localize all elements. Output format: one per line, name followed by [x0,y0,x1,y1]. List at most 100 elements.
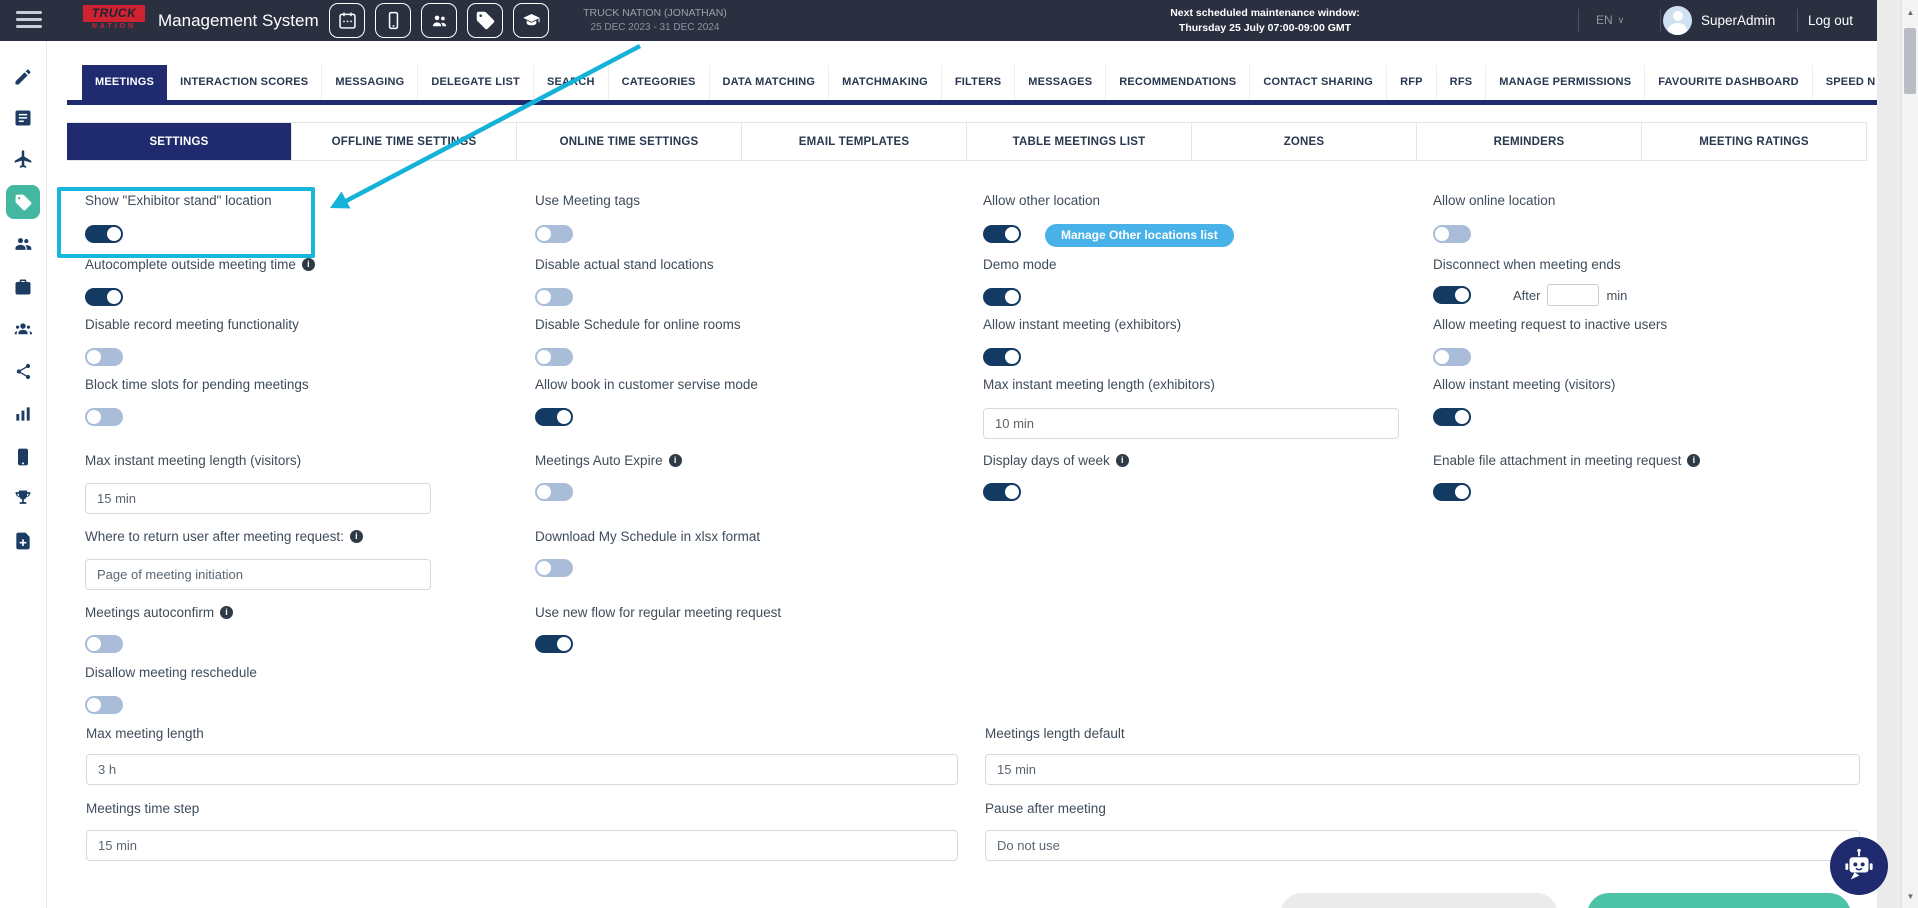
setting-label-request-inactive: Allow meeting request to inactive users [1433,317,1667,332]
main-tab[interactable]: FILTERS [942,65,1015,100]
users-icon[interactable] [421,3,457,38]
setting-label-meetings-time-step: Meetings time step [86,801,199,816]
account-info: TRUCK NATION (JONATHAN) 25 DEC 2023 - 31… [560,7,750,33]
pause-after-meeting-input[interactable] [985,830,1860,861]
min-unit-label: min [1606,288,1627,303]
setting-label-block-time-slots: Block time slots for pending meetings [85,377,309,392]
main-tab[interactable]: CONTACT SHARING [1250,65,1387,100]
toggle-disable-record[interactable] [85,348,123,366]
setting-label-file-attachment: Enable file attachment in meeting reques… [1433,453,1700,468]
navbar-divider [1660,9,1661,32]
main-tab[interactable]: MATCHMAKING [829,65,942,100]
toggle-instant-exhibitors[interactable] [983,348,1021,366]
file-plus-icon[interactable] [13,531,33,551]
toggle-new-flow[interactable] [535,635,573,653]
cancel-button[interactable]: CANCEL [1280,893,1558,908]
airplane-icon[interactable] [13,149,33,169]
setting-label-return-user: Where to return user after meeting reque… [85,529,363,544]
top-navbar: TRUCK NATION Management System [0,0,1877,41]
calendar-icon[interactable] [329,3,365,38]
return-user-input[interactable] [85,559,431,590]
hamburger-menu-icon[interactable] [16,11,42,29]
sub-tab[interactable]: ONLINE TIME SETTINGS [517,123,742,160]
scrollbar-thumb[interactable] [1904,28,1916,94]
username[interactable]: SuperAdmin [1701,0,1775,41]
max-meeting-length-input[interactable] [86,754,958,785]
chatbot-button[interactable] [1830,837,1888,895]
main-tab[interactable]: CATEGORIES [609,65,710,100]
main-tab[interactable]: RFP [1387,65,1437,100]
main-tab[interactable]: MESSAGES [1015,65,1106,100]
main-tab[interactable]: MEETINGS [82,65,167,100]
chart-icon[interactable] [13,404,33,424]
news-icon[interactable] [13,108,33,128]
sub-tab[interactable]: EMAIL TEMPLATES [742,123,967,160]
toggle-disable-schedule-online[interactable] [535,348,573,366]
main-tab[interactable]: DELEGATE LIST [418,65,534,100]
toggle-allow-online-location[interactable] [1433,225,1471,243]
users-icon[interactable] [13,234,33,254]
smartphone-icon[interactable] [375,3,411,38]
sub-tab[interactable]: OFFLINE TIME SETTINGS [292,123,517,160]
vertical-scrollbar[interactable] [1901,0,1918,908]
toggle-meetings-autoconfirm[interactable] [85,635,123,653]
language-selector[interactable]: EN [1596,0,1624,42]
toggle-block-time-slots[interactable] [85,408,123,426]
toggle-file-attachment[interactable] [1433,483,1471,501]
main-tab[interactable]: RECOMMENDATIONS [1106,65,1250,100]
toggle-request-inactive[interactable] [1433,348,1471,366]
toggle-disallow-reschedule[interactable] [85,696,123,714]
toggle-auto-expire[interactable] [535,483,573,501]
meetings-length-default-input[interactable] [985,754,1860,785]
toggle-show-exhibitor-stand[interactable] [85,225,123,243]
main-tab[interactable]: FAVOURITE DASHBOARD [1645,65,1813,100]
main-tab[interactable]: RFS [1437,65,1487,100]
sub-tab[interactable]: SETTINGS [67,123,292,160]
after-minutes-input[interactable] [1547,284,1599,306]
main-tab[interactable]: SPEED N [1813,65,1877,100]
page-gutter [1877,0,1901,908]
briefcase-icon[interactable] [13,277,33,297]
team-icon[interactable] [13,318,33,338]
max-instant-visitors-input[interactable] [85,483,431,514]
toggle-download-xlsx[interactable] [535,559,573,577]
scroll-down-arrow[interactable] [1902,892,1918,901]
truck-nation-logo[interactable]: TRUCK NATION [83,5,145,30]
toggle-allow-other-location[interactable] [983,225,1021,243]
share-icon[interactable] [13,361,33,381]
toggle-use-meeting-tags[interactable] [535,225,573,243]
smartphone-icon[interactable] [13,447,33,467]
tag-icon[interactable] [467,3,503,38]
account-dates: 25 DEC 2023 - 31 DEC 2024 [560,22,750,33]
setting-label-use-meeting-tags: Use Meeting tags [535,193,640,208]
toggle-autocomplete-outside[interactable] [85,288,123,306]
avatar[interactable] [1663,6,1692,35]
sub-tab[interactable]: ZONES [1192,123,1417,160]
main-tab[interactable]: INTERACTION SCORES [167,65,322,100]
toggle-allow-customer-service[interactable] [535,408,573,426]
main-tab[interactable]: DATA MATCHING [710,65,830,100]
setting-label-allow-online-location: Allow online location [1433,193,1555,208]
trophy-icon[interactable] [13,488,33,508]
main-tab[interactable]: MESSAGING [322,65,418,100]
toggle-disable-actual-stands[interactable] [535,288,573,306]
max-instant-exhibitors-input[interactable] [983,408,1399,439]
toggle-display-days[interactable] [983,483,1021,501]
manage-other-locations-button[interactable]: Manage Other locations list [1045,224,1234,247]
save-button[interactable]: SAVE [1587,893,1851,908]
sub-tab[interactable]: REMINDERS [1417,123,1642,160]
toggle-demo-mode[interactable] [983,288,1021,306]
setting-label-disconnect-ends: Disconnect when meeting ends [1433,257,1621,272]
graduation-cap-icon[interactable] [513,3,549,38]
toggle-instant-visitors[interactable] [1433,408,1471,426]
pencil-icon[interactable] [13,67,33,87]
main-tab[interactable]: MANAGE PERMISSIONS [1486,65,1645,100]
scroll-up-arrow[interactable] [1902,8,1918,17]
sub-tab[interactable]: MEETING RATINGS [1642,123,1867,160]
sub-tab[interactable]: TABLE MEETINGS LIST [967,123,1192,160]
toggle-disconnect-ends[interactable] [1433,286,1471,304]
tag-icon[interactable] [6,185,40,219]
main-tab[interactable]: SEARCH [534,65,609,100]
meetings-time-step-input[interactable] [86,830,958,861]
logout-button[interactable]: Log out [1808,0,1853,41]
